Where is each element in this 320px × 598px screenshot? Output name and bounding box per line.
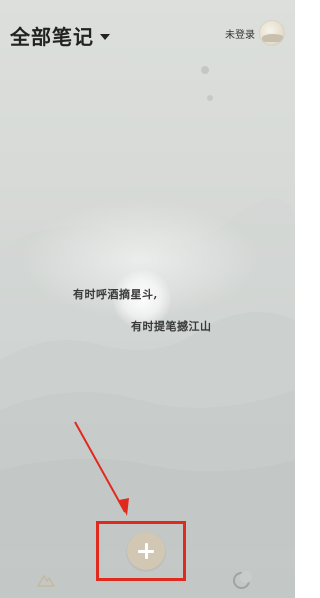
caret-down-icon [100, 33, 110, 40]
poem-line-2: 有时提笔撼江山 [131, 320, 212, 333]
mountain-icon[interactable] [37, 573, 55, 587]
poem-line-1: 有时呼酒摘星斗, [73, 288, 158, 301]
notes-filter-dropdown[interactable]: 全部笔记 [10, 21, 110, 50]
moon-icon[interactable] [233, 571, 252, 589]
login-entry[interactable]: 未登录 [225, 20, 285, 46]
notes-screen: 全部笔记 未登录 有时呼酒摘星斗, 有时提笔撼江山 [0, 0, 295, 598]
page-title: 全部笔记 [10, 25, 94, 49]
avatar-hill [262, 34, 284, 42]
annotation-highlight-box [96, 521, 186, 581]
avatar[interactable] [259, 20, 285, 46]
login-status: 未登录 [225, 29, 255, 41]
